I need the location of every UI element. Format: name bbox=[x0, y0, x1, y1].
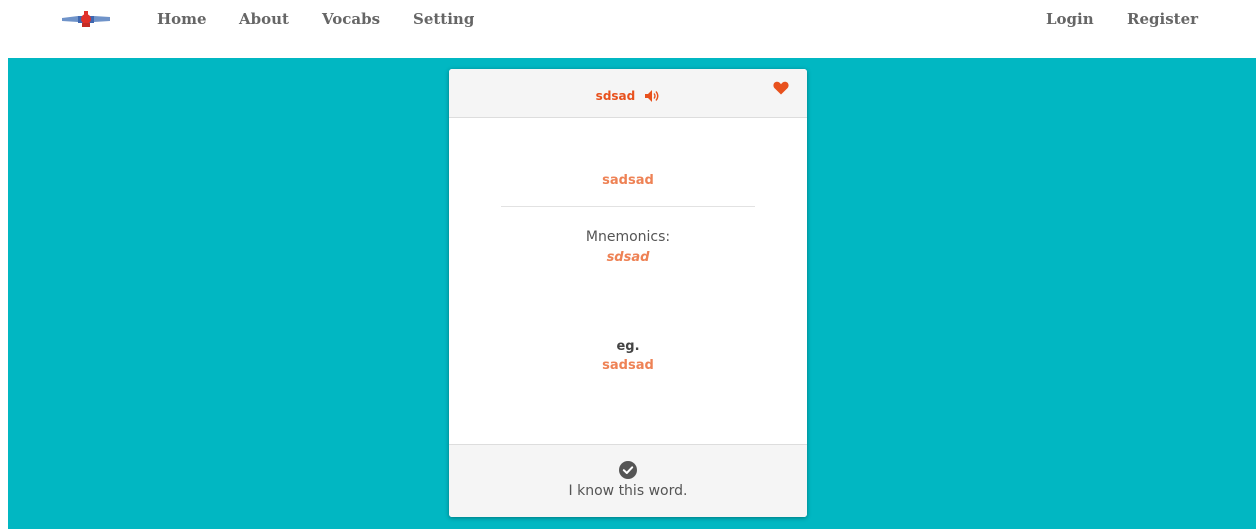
mnemonics-value: sdsad bbox=[606, 250, 650, 265]
card-header: sdsad bbox=[449, 69, 807, 118]
nav-register[interactable]: Register bbox=[1127, 10, 1198, 28]
check-circle-icon bbox=[619, 461, 637, 479]
speaker-icon[interactable] bbox=[644, 89, 660, 103]
nav-vocabs[interactable]: Vocabs bbox=[322, 10, 380, 28]
divider bbox=[501, 206, 755, 207]
word-heading: sdsad bbox=[449, 85, 807, 104]
mnemonics-label: Mnemonics: bbox=[585, 229, 671, 245]
heart-icon[interactable] bbox=[773, 81, 789, 95]
navbar: Home About Vocabs Setting Login Register bbox=[0, 0, 1256, 58]
nav-home[interactable]: Home bbox=[157, 10, 207, 28]
example-label: eg. bbox=[616, 339, 640, 354]
nav-setting[interactable]: Setting bbox=[413, 10, 474, 28]
nav-login[interactable]: Login bbox=[1046, 10, 1094, 28]
know-word-label: I know this word. bbox=[568, 483, 688, 499]
vocab-card: sdsad sadsad Mnemonics: sdsad eg. sadsad… bbox=[449, 69, 807, 517]
know-word-button[interactable]: I know this word. bbox=[449, 444, 807, 517]
word-text: sdsad bbox=[595, 89, 636, 103]
example-value: sadsad bbox=[602, 358, 654, 373]
logo-icon[interactable] bbox=[62, 10, 110, 28]
nav-about[interactable]: About bbox=[239, 10, 289, 28]
word-meaning: sadsad bbox=[602, 173, 654, 188]
